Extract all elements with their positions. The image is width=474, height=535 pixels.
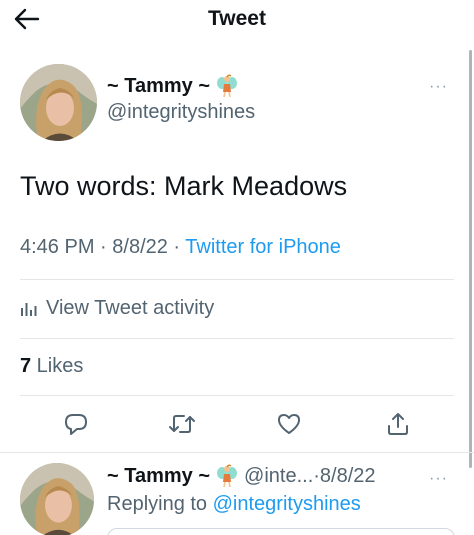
- reply-avatar[interactable]: [20, 463, 94, 535]
- view-activity-button[interactable]: View Tweet activity: [20, 294, 214, 322]
- tweet-source[interactable]: Twitter for iPhone: [185, 236, 341, 258]
- like-button[interactable]: [272, 407, 306, 441]
- display-name-text: ~ Tammy ~: [107, 74, 211, 97]
- replying-to-prefix: Replying to: [107, 493, 213, 515]
- tweet-date[interactable]: 8/8/22: [112, 236, 168, 258]
- reply-display-name[interactable]: ~ Tammy ~: [107, 465, 210, 488]
- tweet-time[interactable]: 4:46 PM: [20, 236, 94, 258]
- reply-button[interactable]: [59, 407, 93, 441]
- likes-number: 7: [20, 355, 32, 377]
- tweet-text: Two words: Mark Meadows: [20, 171, 348, 201]
- replying-to-handle[interactable]: @integrityshines: [213, 493, 361, 515]
- retweet-icon: [169, 415, 195, 433]
- likes-label: Likes: [31, 355, 84, 377]
- action-bar: [0, 407, 474, 441]
- display-name[interactable]: ~ Tammy ~: [107, 74, 238, 98]
- reply-header: ~ Tammy ~ @inte... · 8/8/22: [107, 464, 376, 488]
- reply-media-card[interactable]: [107, 528, 455, 535]
- divider: [0, 452, 474, 453]
- analytics-icon: [21, 303, 37, 316]
- scrollbar[interactable]: [469, 50, 472, 468]
- top-bar: Tweet: [0, 0, 474, 38]
- avatar[interactable]: [20, 64, 97, 141]
- reply-icon: [65, 414, 87, 435]
- divider: [20, 338, 454, 339]
- handle[interactable]: @integrityshines: [107, 101, 255, 124]
- share-button[interactable]: [381, 407, 415, 441]
- meta-separator: ·: [94, 236, 113, 258]
- share-icon: [388, 413, 408, 435]
- retweet-button[interactable]: [165, 407, 199, 441]
- more-options-button[interactable]: ···: [429, 78, 448, 96]
- divider: [20, 395, 454, 396]
- fairy-icon: [217, 464, 238, 488]
- reply-date[interactable]: 8/8/22: [320, 465, 376, 488]
- likes-count[interactable]: 7 Likes: [20, 355, 83, 378]
- tweet-meta: 4:46 PM · 8/8/22 · Twitter for iPhone: [20, 236, 341, 259]
- reply-more-options-button[interactable]: ···: [429, 470, 448, 488]
- fairy-icon: [217, 74, 238, 98]
- reply-handle[interactable]: @inte...: [244, 465, 313, 488]
- divider: [20, 279, 454, 280]
- page-title: Tweet: [208, 7, 266, 30]
- replying-to: Replying to @integrityshines: [107, 493, 361, 516]
- meta-separator: ·: [167, 236, 186, 258]
- view-activity-label: View Tweet activity: [46, 296, 215, 319]
- meta-separator: ·: [313, 464, 320, 487]
- like-icon: [278, 414, 300, 434]
